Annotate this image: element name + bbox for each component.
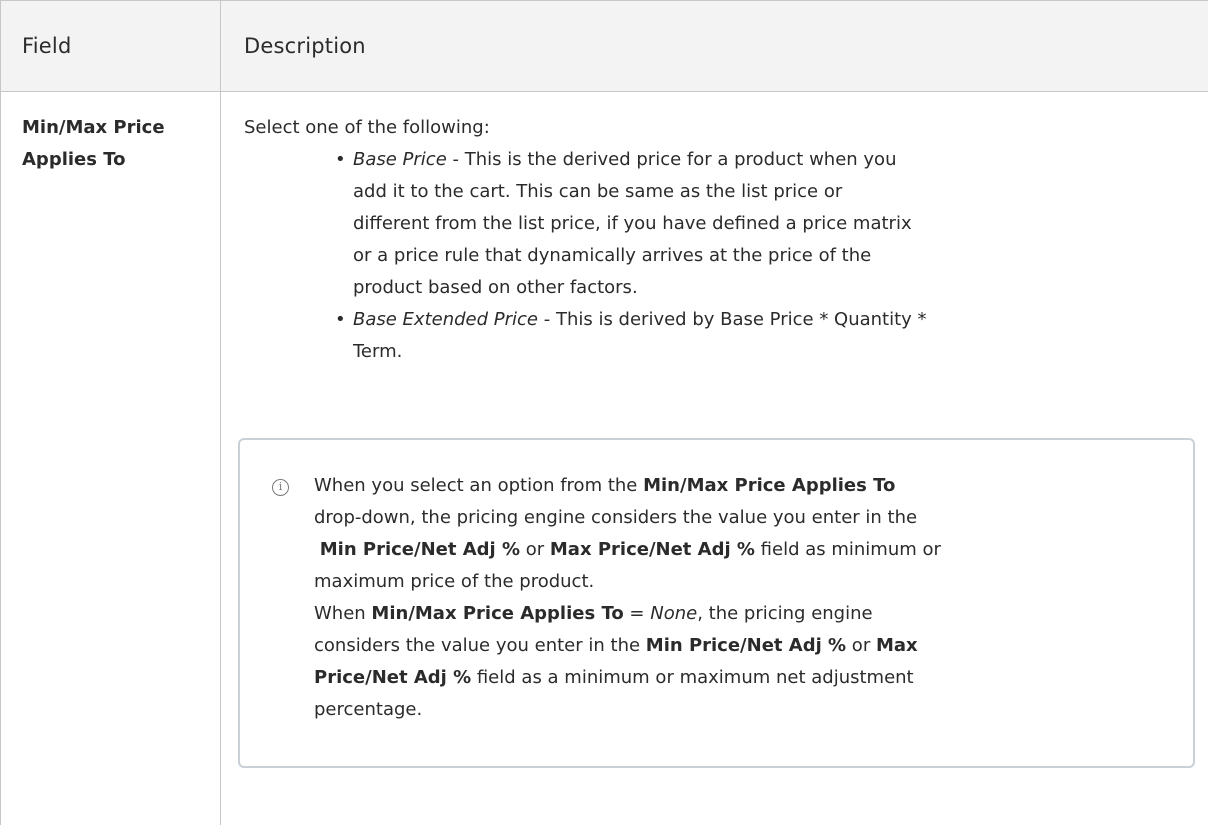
info-icon: i [272,479,289,496]
note-text-span: When you select an option from the [314,475,644,496]
note-paragraph-2: When Min/Max Price Applies To = None, th… [314,598,1174,726]
note-text-span: maximum price of the product. [314,571,595,592]
note-field-name: Max [875,635,918,656]
note-field-name: Min/Max Price Applies To [643,475,896,496]
option-text-line-3: different from the list price, if you ha… [353,213,912,234]
note-paragraph-1: When you select an option from the Min/M… [314,470,1174,598]
note-text-span: field as minimum or [754,539,941,560]
note-field-name: Max Price/Net Adj % [549,539,755,560]
option-name: Base Price [353,149,447,170]
note-value-none: None [650,603,698,624]
option-text-line-1: This is the derived price for a product … [464,149,897,170]
option-name: Base Extended Price [353,309,538,330]
option-text-line-2: Term. [353,341,403,362]
column-divider [220,0,221,825]
field-name-line-1: Min/Max Price [22,117,165,138]
table-border-left [0,0,1,825]
note-text-span: drop-down, the pricing engine considers … [314,507,918,528]
option-dash: - [446,149,465,170]
note-text-span: When [314,603,372,624]
note-text-span: , the pricing engine [697,603,873,624]
note-text-span: or [846,635,876,656]
list-item: • Base Price - This is the derived price… [335,144,945,304]
bullet-icon: • [335,309,346,330]
note-text-span: percentage. [314,699,423,720]
list-item: • Base Extended Price - This is derived … [335,304,945,368]
note-text-span: considers the value you enter in the [314,635,646,656]
option-text-line-5: product based on other factors. [353,277,638,298]
column-header-field: Field [22,34,72,58]
note-field-name: Min Price/Net Adj % [645,635,847,656]
option-text-line-4: or a price rule that dynamically arrives… [353,245,872,266]
note-field-name: Price/Net Adj % [314,667,472,688]
option-list: • Base Price - This is the derived price… [0,144,945,368]
note-text-span: field as a minimum or maximum net adjust… [471,667,914,688]
note-text-span: = [623,603,651,624]
option-text-line-2: add it to the cart. This can be same as … [353,181,843,202]
note-field-name: Min Price/Net Adj % [319,539,521,560]
option-dash: - [538,309,556,330]
info-note-panel: i When you select an option from the Min… [238,438,1195,768]
note-text-span: or [520,539,550,560]
option-text-line-1: This is derived by Base Price * Quantity… [555,309,927,330]
note-field-name: Min/Max Price Applies To [371,603,624,624]
info-note-text: When you select an option from the Min/M… [314,470,1174,726]
description-intro: Select one of the following: [244,117,490,138]
field-description-table: Field Description Min/Max Price Applies … [0,0,1208,825]
description-cell: Select one of the following: • Base Pric… [244,112,1194,368]
table-header-row: Field Description [0,0,1208,92]
column-header-description: Description [244,34,366,58]
bullet-icon: • [335,149,346,170]
